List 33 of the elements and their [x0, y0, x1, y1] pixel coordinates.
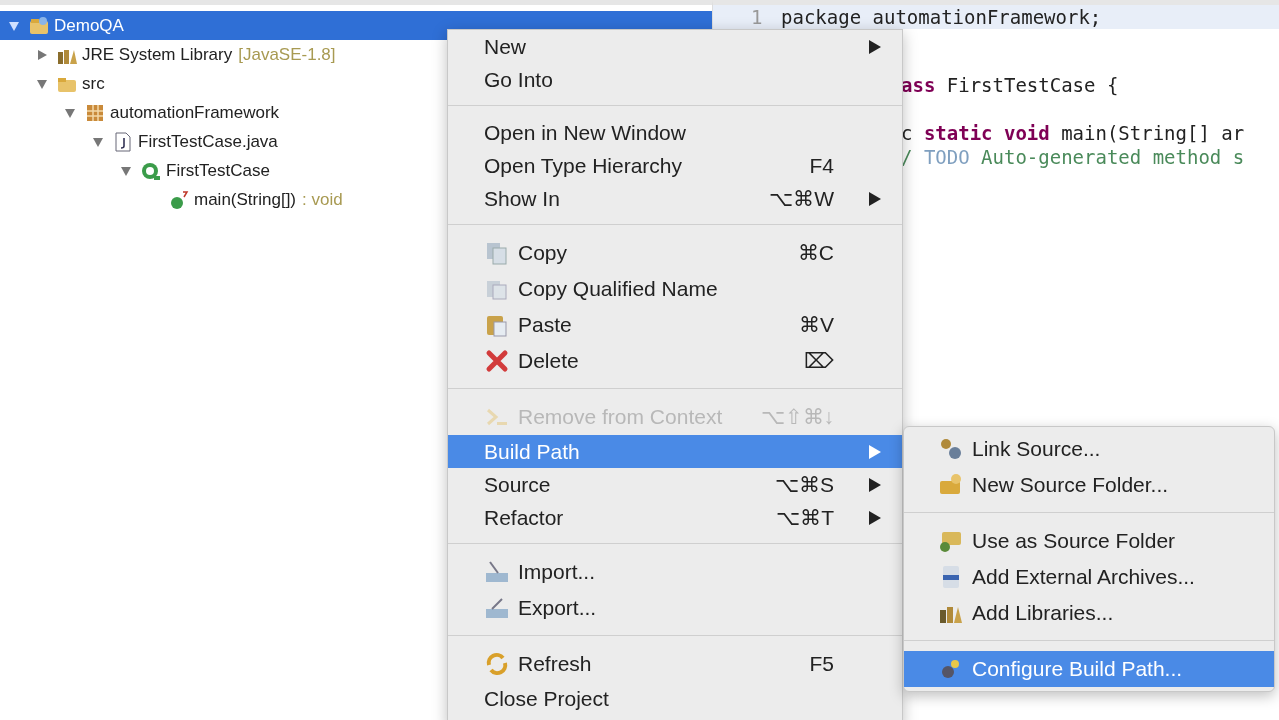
menu-item[interactable]: Link Source...	[904, 431, 1274, 467]
menu-item[interactable]: Go Into	[448, 63, 902, 96]
line-number: 1	[751, 6, 764, 28]
menu-item[interactable]: Use as Source Folder	[904, 523, 1274, 559]
tree-label: JRE System Library	[82, 44, 233, 65]
tree-label: src	[82, 73, 105, 94]
menu-item[interactable]: Add Libraries...	[904, 595, 1274, 631]
menu-item[interactable]: Refactor ⌥⌘T	[448, 501, 902, 534]
code-line: / TODO Auto-generated method s	[901, 146, 1245, 168]
menu-item[interactable]: Delete ⌦	[484, 343, 902, 379]
menu-item[interactable]: Export...	[484, 590, 902, 626]
menu-item[interactable]: Open Type Hierarchy F4	[448, 149, 902, 182]
tree-decoration: : void	[302, 189, 343, 210]
menu-item[interactable]: Copy ⌘C	[484, 235, 902, 271]
tree-label: FirstTestCase.java	[138, 131, 278, 152]
menu-item[interactable]: Source ⌥⌘S	[448, 468, 902, 501]
tree-decoration: [JavaSE-1.8]	[238, 44, 336, 65]
tree-label: DemoQA	[54, 15, 124, 36]
menu-item[interactable]: Paste ⌘V	[484, 307, 902, 343]
menu-item[interactable]: New Source Folder...	[904, 467, 1274, 503]
tree-label: automationFramework	[110, 102, 280, 123]
code-line: package automationFramework;	[781, 6, 1102, 28]
menu-item[interactable]: Copy Qualified Name	[484, 271, 902, 307]
code-line: c static void main(String[] ar	[901, 122, 1245, 144]
menu-item[interactable]: Show In ⌥⌘W	[448, 182, 902, 215]
menu-item[interactable]: Import...	[484, 554, 902, 590]
menu-item[interactable]: Close Project	[448, 682, 902, 715]
menu-item[interactable]: Add External Archives...	[904, 559, 1274, 595]
tree-label: main(String[])	[194, 189, 297, 210]
menu-item[interactable]: Refresh F5	[484, 646, 902, 682]
menu-item[interactable]: Open in New Window	[448, 116, 902, 149]
tree-label: FirstTestCase	[166, 160, 270, 181]
code-line: ass FirstTestCase {	[901, 74, 1119, 96]
